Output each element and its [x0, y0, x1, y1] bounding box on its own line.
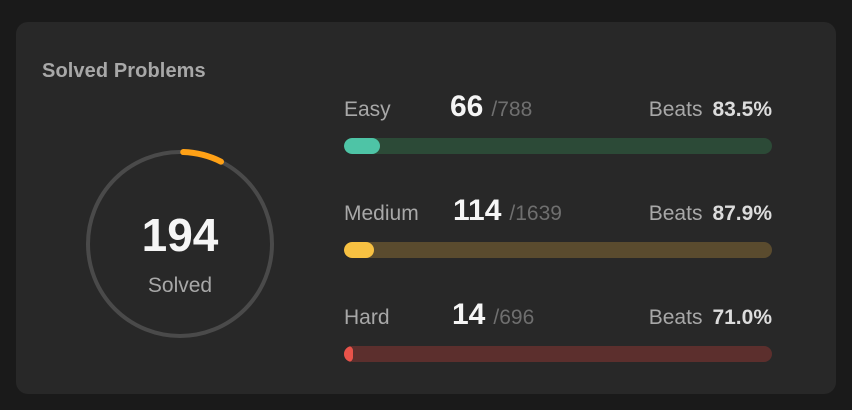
difficulty-beats: Beats 71.0%: [649, 304, 772, 334]
solved-label: Solved: [147, 274, 213, 297]
progress-bar-track: [344, 346, 772, 362]
difficulty-beats: Beats 83.5%: [649, 96, 772, 126]
progress-bar-fill: [344, 346, 353, 362]
difficulty-counts: 66/788: [450, 90, 532, 129]
card-title: Solved Problems: [42, 60, 206, 82]
beats-label: Beats: [648, 98, 703, 121]
difficulty-name: Easy: [344, 98, 391, 121]
difficulty-row-easy: Easy 66/788 Beats 83.5%: [344, 90, 772, 166]
beats-value: 83.5%: [712, 98, 772, 121]
difficulty-solved-count: 14: [452, 298, 486, 331]
beats-value: 71.0%: [712, 306, 772, 329]
progress-bar-fill: [344, 242, 374, 258]
difficulty-row-hard: Hard 14/696 Beats 71.0%: [344, 298, 772, 374]
difficulty-beats: Beats 87.9%: [649, 200, 772, 230]
difficulty-total-count: /788: [491, 98, 533, 121]
progress-bar-track: [344, 138, 772, 154]
difficulty-row-medium: Medium 114/1639 Beats 87.9%: [344, 194, 772, 270]
difficulty-total-count: /696: [493, 306, 535, 329]
solved-problems-card: Solved Problems 194 Solved Easy 66/788 B…: [16, 22, 836, 394]
difficulty-solved-count: 66: [450, 90, 484, 123]
difficulty-total-count: /1639: [509, 202, 562, 225]
difficulty-solved-count: 114: [453, 194, 502, 227]
difficulty-name: Medium: [344, 202, 419, 225]
difficulty-name: Hard: [344, 306, 390, 329]
solved-count: 194: [141, 209, 219, 261]
progress-bar-fill: [344, 138, 380, 154]
beats-label: Beats: [648, 306, 703, 329]
progress-bar-track: [344, 242, 772, 258]
difficulty-counts: 114/1639: [453, 194, 562, 233]
difficulty-counts: 14/696: [452, 298, 534, 337]
beats-label: Beats: [648, 202, 703, 225]
solved-progress-ring: 194 Solved: [82, 146, 278, 342]
beats-value: 87.9%: [712, 202, 772, 225]
